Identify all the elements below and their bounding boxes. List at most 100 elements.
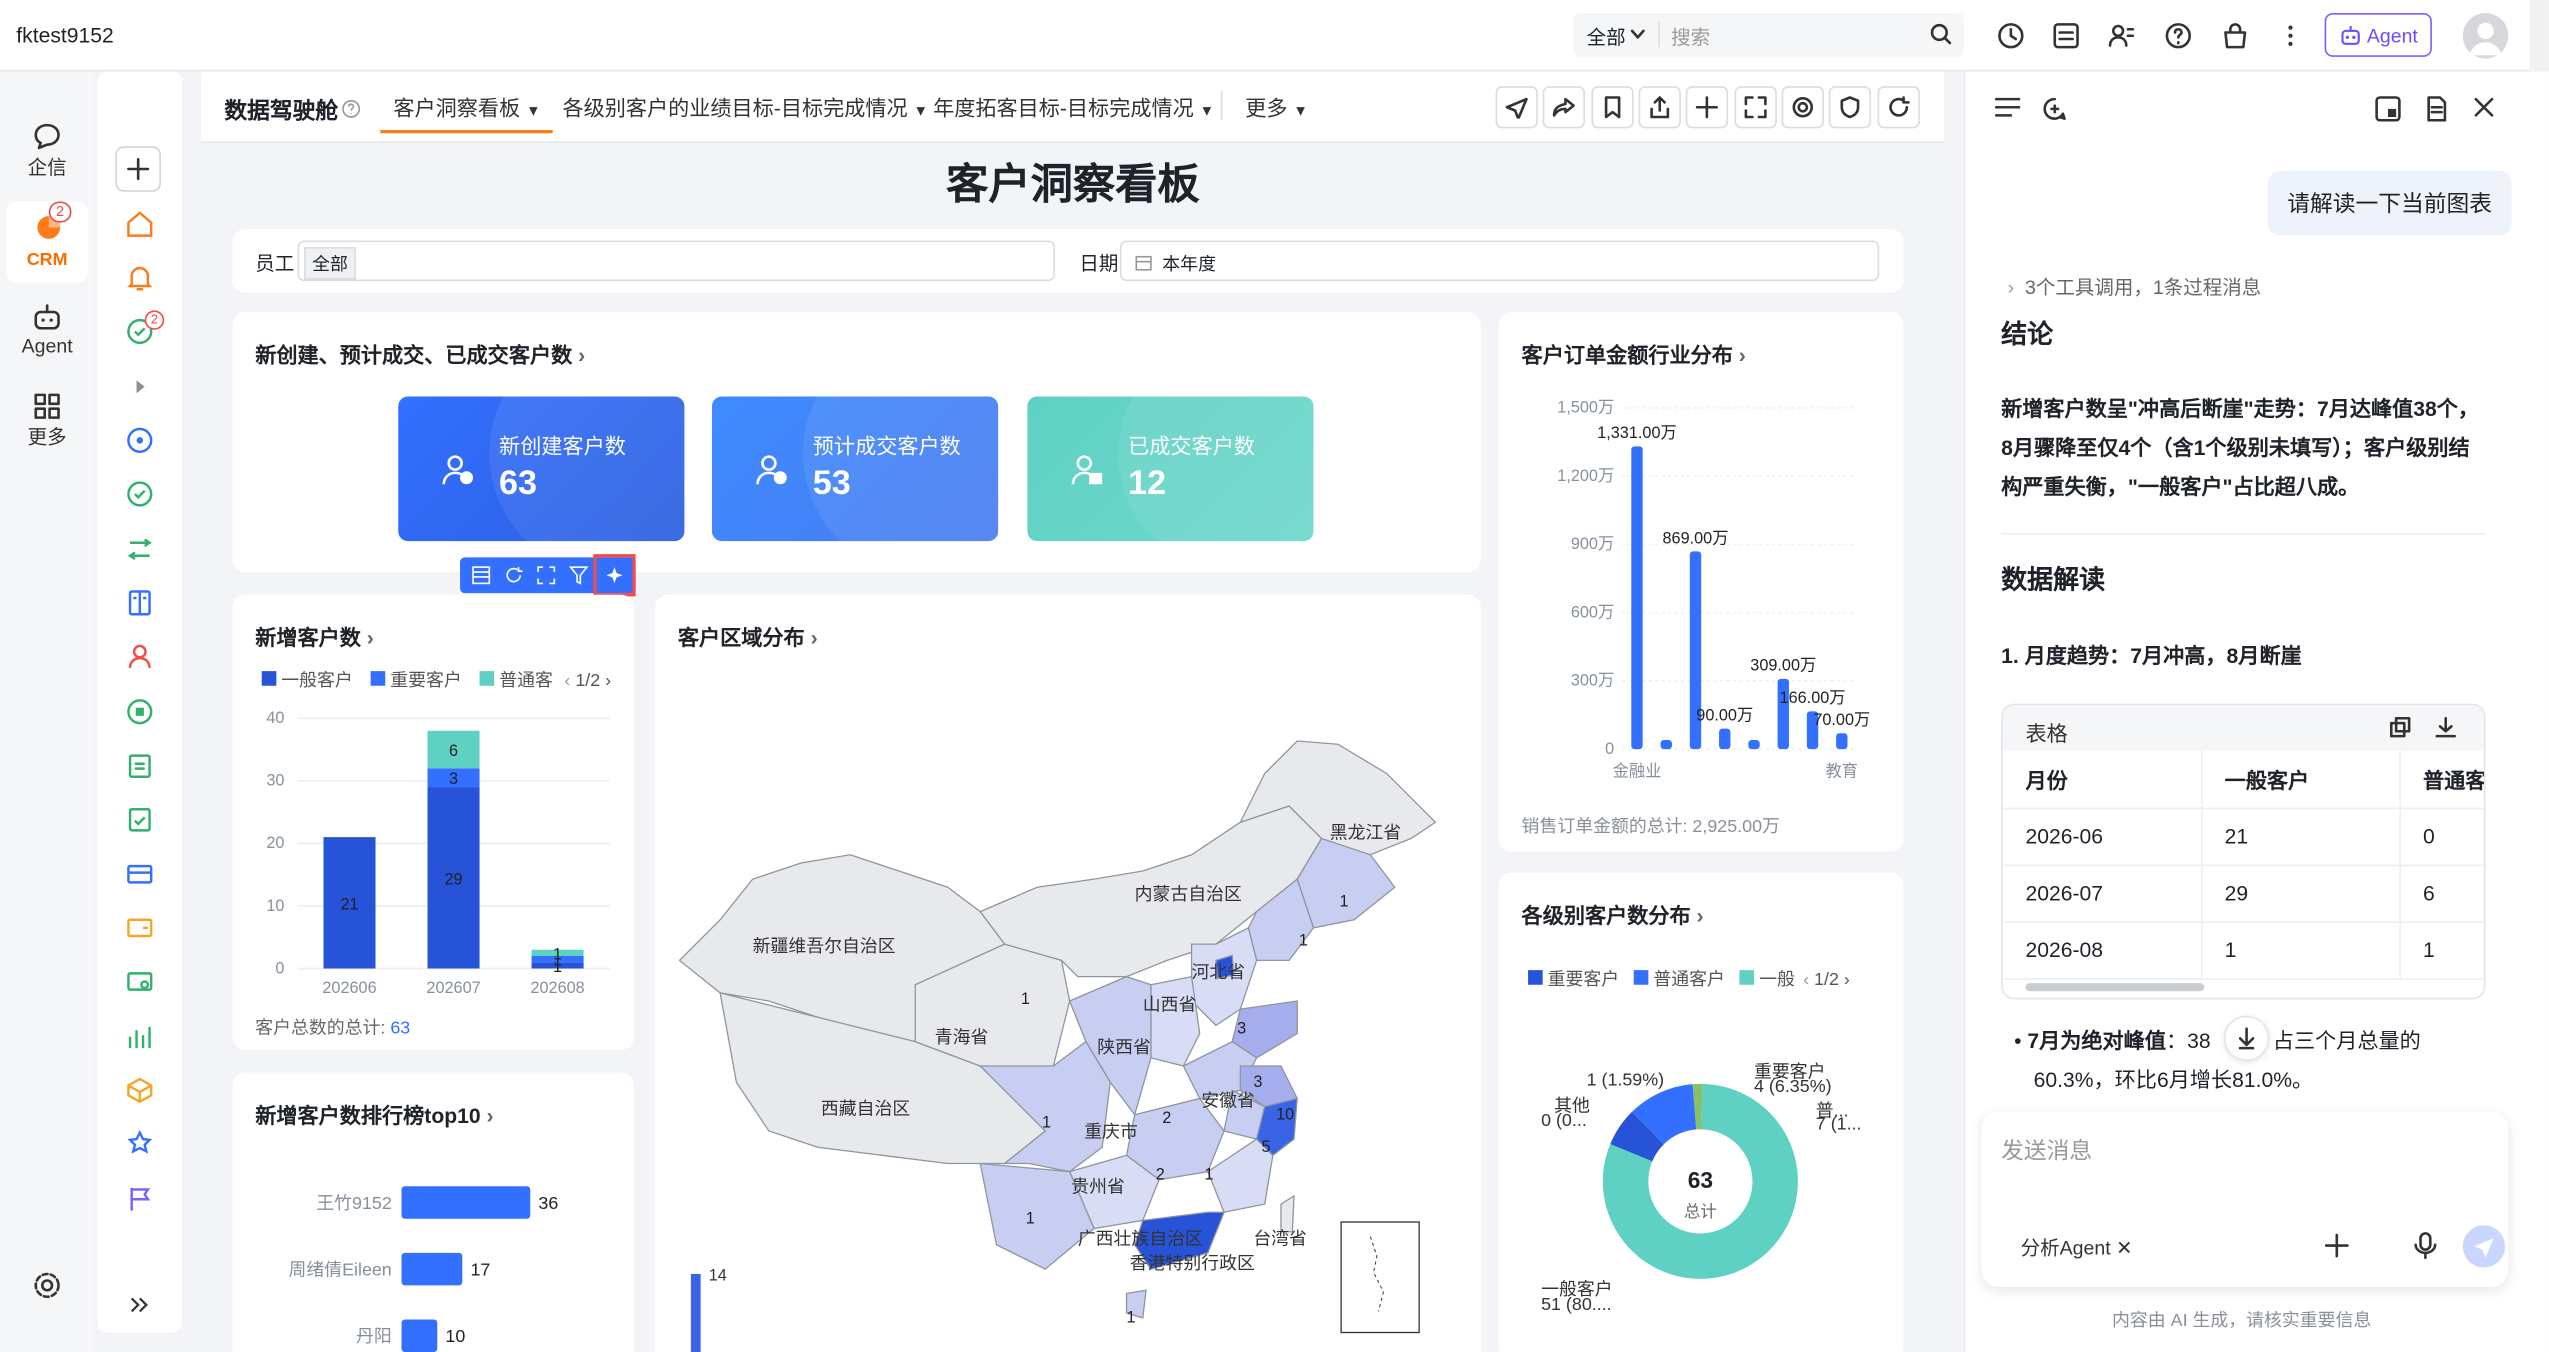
avatar[interactable] [2462,13,2509,59]
card-icon[interactable] [125,860,154,889]
chat-input-box[interactable]: 发送消息 分析Agent ✕ [1981,1111,2509,1287]
svg-text:1: 1 [1205,1166,1214,1184]
search-icon[interactable] [1930,23,1953,46]
nav-item-qixin[interactable]: 企信 [0,120,94,180]
document-icon[interactable] [2424,96,2450,122]
new-customers-title[interactable]: 新增客户数 › [255,621,374,652]
bell-icon[interactable] [125,263,154,292]
check-circle-icon[interactable] [125,479,154,508]
bag-icon[interactable] [2221,21,2250,50]
data-label: 10 [445,1326,465,1346]
flow-icon[interactable] [125,535,154,564]
tab-level-targets[interactable]: 各级别客户的业绩目标-目标完成情况 ▼ [562,91,928,122]
calendar-check-icon[interactable] [125,804,154,833]
nav-item-crm[interactable]: 2 CRM [6,201,88,283]
plus-icon[interactable] [2324,1233,2349,1258]
flag-icon[interactable] [125,1185,154,1214]
add-widget-button[interactable] [1685,86,1729,129]
date-filter[interactable]: 本年度 [1120,240,1880,282]
search-scope-select[interactable]: 全部 [1587,23,1626,51]
contacts-icon[interactable] [2107,21,2136,50]
help-icon[interactable] [2164,21,2193,50]
tab-annual-targets[interactable]: 年度拓客目标-目标完成情况 ▼ [933,91,1214,122]
more-vertical-icon[interactable] [2279,21,2302,50]
close-icon[interactable] [2473,96,2496,119]
send-button[interactable] [1495,86,1538,129]
search-box[interactable]: 全部 搜索 [1573,13,1964,57]
sidebar-toggle-icon[interactable] [2375,96,2401,122]
table-card-header: 表格 [2002,705,2484,751]
kpi-expected-deals[interactable]: 预计成交客户数 53 [712,396,999,542]
active-tab-indicator [380,130,553,134]
filter-icon[interactable] [568,566,589,586]
add-button[interactable] [115,146,161,192]
send-button[interactable] [2462,1225,2506,1268]
star-badge-icon[interactable] [125,1129,154,1158]
book-icon[interactable] [125,588,154,617]
tab-customer-insight[interactable]: 客户洞察看板 ▼ [393,91,540,122]
settings-icon[interactable] [33,1271,62,1300]
data-label: 309.00万 [1750,657,1816,675]
invoice-icon[interactable] [125,967,154,996]
svg-text:1: 1 [1042,1114,1051,1132]
scroll-down-button[interactable] [2223,1015,2270,1062]
secondary-nav: 2 [97,71,183,1333]
china-map[interactable]: 黑龙江省 内蒙古自治区 新疆维吾尔自治区 河北省 山西省 青海省 陕西省 西藏自… [655,595,1481,1352]
crm-badge: 2 [48,201,72,223]
fullscreen-button[interactable] [1734,86,1777,129]
legend-pager[interactable]: 1/2 [575,671,600,691]
menu-icon[interactable] [1994,96,2021,119]
wallet-icon[interactable] [125,913,154,942]
y-tick-label: 900万 [1571,535,1614,553]
levels-title[interactable]: 各级别客户数分布 › [1522,899,1704,930]
double-chevron-right-icon[interactable] [125,1290,154,1319]
new-chat-icon[interactable] [2042,96,2068,122]
agent-button[interactable]: Agent [2324,13,2432,57]
help-icon[interactable] [341,99,361,119]
agent-chip[interactable]: 分析Agent ✕ [2021,1233,2133,1261]
refresh-icon[interactable] [504,566,524,586]
shield-button[interactable] [1828,86,1872,129]
message-input[interactable]: 发送消息 [2001,1134,2092,1167]
clipboard-icon[interactable] [125,751,154,780]
legend-item: 普通客 [499,671,553,691]
home-icon[interactable] [125,210,154,239]
ranking-title[interactable]: 新增客户数排行榜top10 › [255,1099,493,1130]
download-icon[interactable] [2435,716,2456,738]
microphone-icon[interactable] [2414,1232,2437,1260]
data-label: 869.00万 [1663,529,1729,547]
person-icon[interactable] [125,642,154,671]
kpi-value: 12 [1128,464,1167,503]
box-icon[interactable] [125,1076,154,1105]
history-icon[interactable] [1996,21,2025,50]
tab-more[interactable]: 更多 ▼ [1245,91,1308,122]
search-input[interactable]: 搜索 [1671,23,1710,51]
nav-item-more[interactable]: 更多 [0,390,94,450]
tool-calls-toggle[interactable]: › 3个工具调用，1条过程消息 [2008,273,2262,301]
svg-text:1: 1 [1299,932,1308,950]
ai-analyze-button[interactable] [593,554,636,597]
table-view-icon[interactable] [471,566,491,586]
kpi-closed-deals[interactable]: 已成交客户数 12 [1027,396,1314,542]
inbox-icon[interactable] [2052,21,2081,50]
kpi-card-title[interactable]: 新创建、预计成交、已成交客户数 › [255,338,585,369]
kpi-value: 63 [499,464,538,503]
gear-icon [1792,97,1814,118]
stats-icon[interactable] [125,1022,154,1051]
employee-filter[interactable]: 全部 [297,240,1056,282]
settings-button[interactable] [1781,86,1824,129]
circle-dot-icon[interactable] [125,697,154,726]
copy-icon[interactable] [2389,716,2411,738]
expand-right-icon[interactable] [125,372,154,401]
industry-title[interactable]: 客户订单金额行业分布 › [1522,338,1746,369]
target-icon[interactable] [125,426,154,455]
fullscreen-icon[interactable] [536,566,556,586]
share-button[interactable] [1542,86,1585,129]
kpi-new-customers[interactable]: 新创建客户数 63 [398,396,685,542]
donut-slice [1631,1084,1698,1145]
table-scrollbar[interactable] [2025,983,2205,992]
nav-item-agent[interactable]: Agent [0,302,94,358]
export-button[interactable] [1638,86,1681,129]
refresh-button[interactable] [1877,86,1920,129]
bookmark-button[interactable] [1591,86,1634,129]
